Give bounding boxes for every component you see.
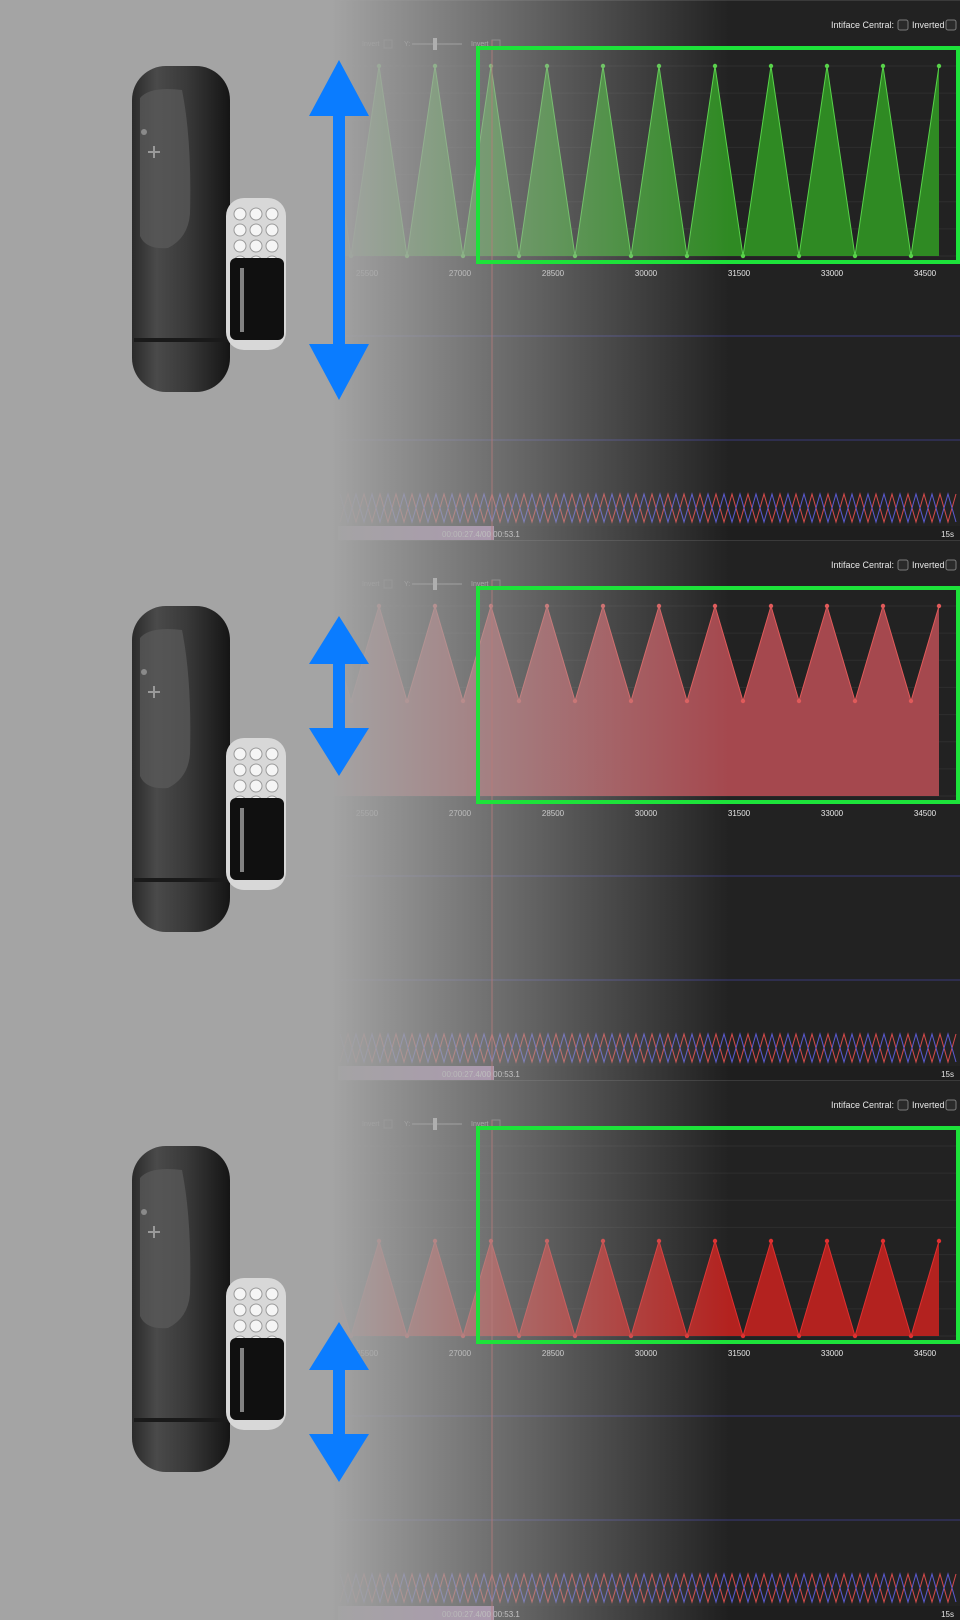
sleeve-texture-dot [249,763,263,777]
sleeve-texture-dot [249,207,263,221]
sleeve-texture-dot [265,779,279,793]
arrow-shaft [333,110,345,350]
strap-clip [240,268,244,332]
sleeve-texture-dot [233,779,247,793]
device-grip-panel [140,1169,191,1329]
device-led [141,129,147,135]
device-led [141,1209,147,1215]
sleeve-texture-dot [233,1319,247,1333]
device-led [141,669,147,675]
sleeve-texture-dot [233,1287,247,1301]
sleeve-texture-dot [265,239,279,253]
sleeve-texture-dot [233,207,247,221]
sleeve-texture-dot [233,763,247,777]
sleeve-texture-dot [265,763,279,777]
device-seam [134,878,228,882]
sleeve-strap [230,1338,284,1420]
sleeve-texture-dot [249,779,263,793]
sleeve-texture-dot [233,223,247,237]
comparison-stage: Intiface Central:InvertedInvertY:Invert2… [0,0,960,1620]
sleeve-texture-dot [265,223,279,237]
sleeve-texture-dot [249,239,263,253]
sleeve-texture-dot [265,747,279,761]
sleeve-strap [230,258,284,340]
sleeve-texture-dot [265,207,279,221]
device-grip-panel [140,89,191,249]
sleeve-texture-dot [265,1287,279,1301]
sleeve-texture-dot [249,223,263,237]
arrow-shaft [333,658,345,734]
sleeve-texture-dot [249,1287,263,1301]
sleeve-texture-dot [249,1303,263,1317]
device-grip-panel [140,629,191,789]
sleeve-texture-dot [265,1303,279,1317]
arrow-shaft [333,1364,345,1440]
sleeve-texture-dot [233,1303,247,1317]
sleeve-texture-dot [233,239,247,253]
sleeve-texture-dot [233,747,247,761]
device-seam [134,1418,228,1422]
sleeve-texture-dot [249,747,263,761]
device-seam [134,338,228,342]
comparison-canvas: Intiface Central:InvertedInvertY:Invert2… [0,0,960,1620]
strap-clip [240,808,244,872]
strap-clip [240,1348,244,1412]
sleeve-texture-dot [265,1319,279,1333]
sleeve-texture-dot [249,1319,263,1333]
sleeve-strap [230,798,284,880]
